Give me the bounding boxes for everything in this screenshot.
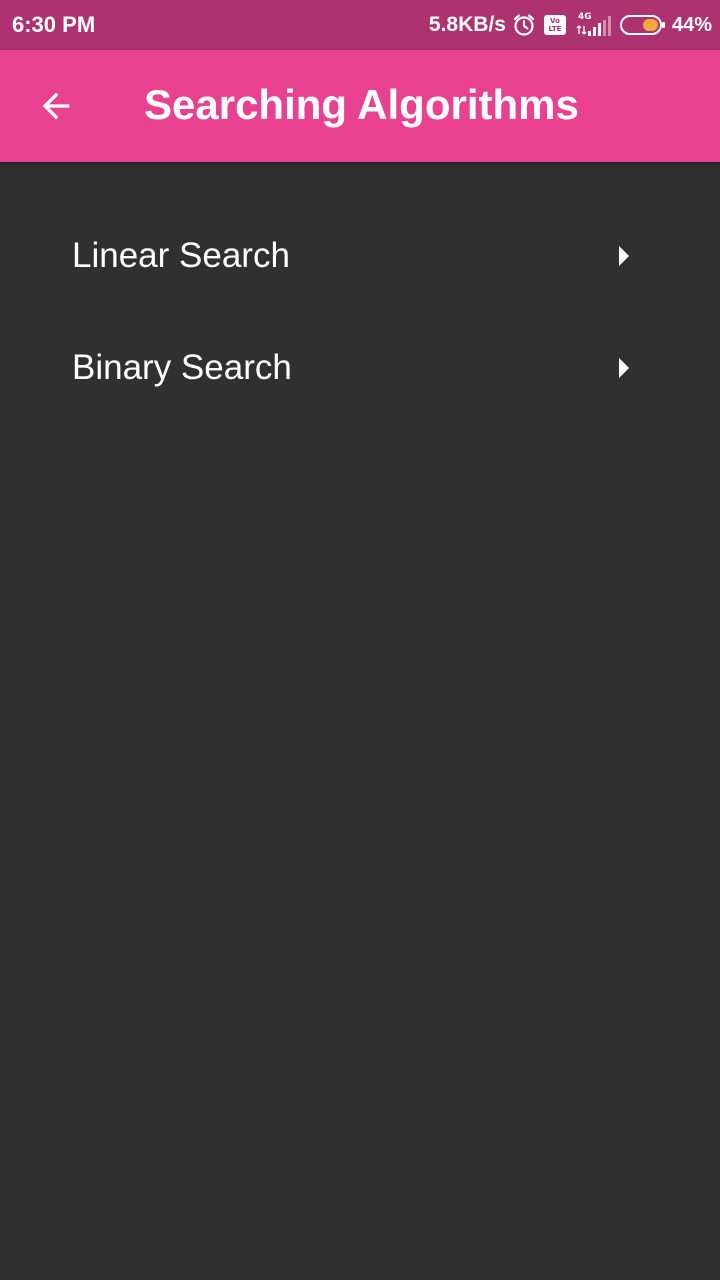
network-type-label: 4G — [578, 12, 592, 22]
arrow-right-icon — [619, 358, 629, 378]
status-icons: 5.8KB/s Vo LTE 4G 44% — [429, 0, 712, 50]
back-button[interactable] — [28, 78, 84, 134]
volte-top-text: Vo — [550, 17, 560, 25]
list-item-label: Linear Search — [72, 236, 290, 275]
app-bar: Searching Algorithms — [0, 50, 720, 162]
alarm-icon — [512, 13, 536, 37]
network-speed: 5.8KB/s — [428, 13, 506, 36]
battery-icon — [619, 14, 666, 36]
status-time: 6:30 PM — [12, 12, 96, 37]
battery-percent: 44% — [671, 13, 712, 36]
status-bar: 6:30 PM 5.8KB/s Vo LTE 4G 44% — [0, 0, 720, 50]
page-title: Searching Algorithms — [144, 81, 579, 128]
list-item-linear-search[interactable]: Linear Search — [0, 202, 720, 314]
list-item-label: Binary Search — [72, 348, 292, 387]
algorithm-list: Linear Search Binary Search — [0, 202, 720, 426]
list-item-binary-search[interactable]: Binary Search — [0, 314, 720, 426]
arrow-right-icon — [619, 246, 629, 266]
signal-icon: 4G — [574, 10, 612, 40]
volte-bottom-text: LTE — [548, 25, 562, 33]
volte-icon: Vo LTE — [543, 15, 566, 35]
arrow-back-icon — [42, 92, 70, 120]
